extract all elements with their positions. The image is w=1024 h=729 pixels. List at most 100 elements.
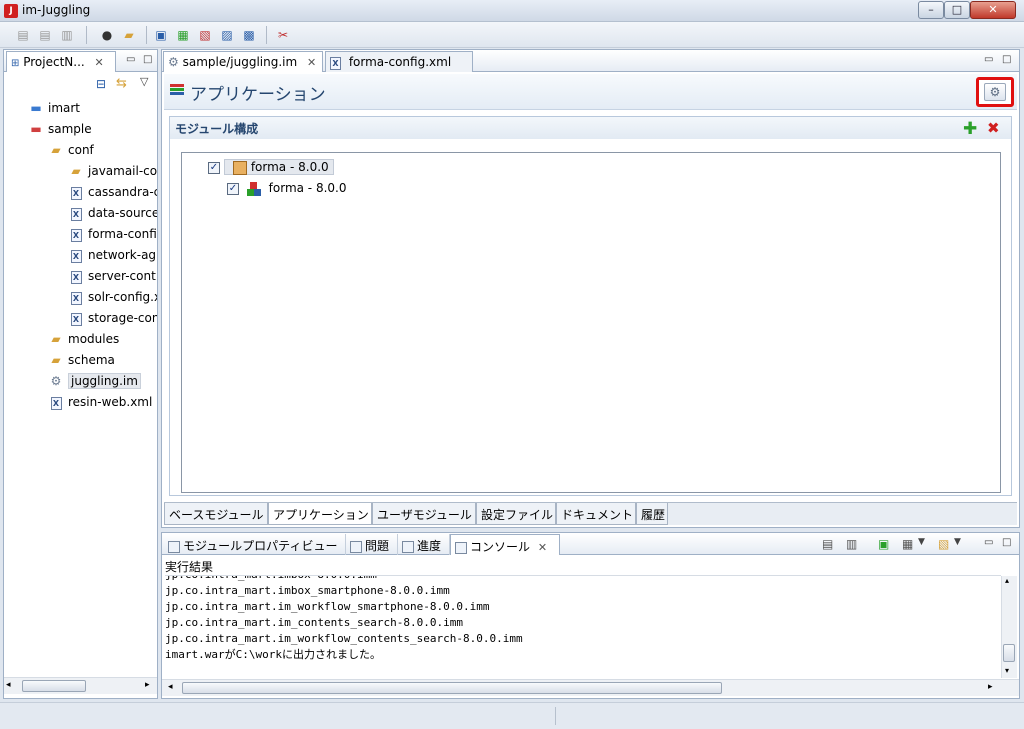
tab-console[interactable]: コンソール ✕ xyxy=(450,534,560,555)
module-checkbox[interactable]: ✓ xyxy=(208,161,220,174)
navigator-icon: ⊞ xyxy=(11,58,20,69)
tree-item[interactable]: ▰ modules xyxy=(4,329,157,350)
tree-item[interactable]: ▰ schema xyxy=(4,350,157,371)
close-icon[interactable]: ✕ xyxy=(538,541,547,554)
tree-item[interactable]: ⚙ juggling.im xyxy=(4,371,157,392)
module-blocks-icon xyxy=(246,181,261,196)
tree-item[interactable]: Xsolr-config.x xyxy=(4,287,157,308)
display-console-icon[interactable]: ▦ xyxy=(902,537,913,551)
collapse-all-icon[interactable]: ⊟ xyxy=(96,77,106,91)
close-icon[interactable]: ✕ xyxy=(95,56,104,69)
scroll-right-icon[interactable]: ▸ xyxy=(145,680,150,690)
tree-item[interactable]: Xdata-source xyxy=(4,203,157,224)
configure-button[interactable]: ⚙ xyxy=(976,77,1014,107)
add-module-button[interactable]: ✚ xyxy=(963,119,977,139)
tree-item-label: modules xyxy=(68,332,120,346)
module-icon[interactable]: ▧ xyxy=(196,26,214,44)
tab-config-files[interactable]: 設定ファイル xyxy=(476,503,556,525)
console-line: imart.warがC:\workに出力されました。 xyxy=(165,648,381,661)
scroll-lock-icon[interactable]: ▥ xyxy=(846,537,857,551)
tree-item-label: sample xyxy=(48,122,92,136)
tree-item[interactable]: ▰ javamail-co xyxy=(4,161,157,182)
tab-module-properties[interactable]: モジュールプロパティビュー xyxy=(164,534,346,555)
tree-item-label: juggling.im xyxy=(68,373,141,389)
module-label: forma - 8.0.0 xyxy=(250,160,329,174)
tree-item[interactable]: Xstorage-con xyxy=(4,308,157,329)
tree-item[interactable]: Xcassandra-c xyxy=(4,182,157,203)
horizontal-scrollbar[interactable]: ◂ ▸ xyxy=(162,679,1019,696)
link-editor-icon[interactable]: ⇆ xyxy=(116,76,127,91)
save-as-icon[interactable]: ▤ xyxy=(36,26,54,44)
tab-progress[interactable]: 進度 xyxy=(398,534,450,555)
monitor-icon[interactable]: ▣ xyxy=(152,26,170,44)
close-icon[interactable]: ✕ xyxy=(307,56,316,69)
clear-console-icon[interactable]: ▤ xyxy=(822,537,833,551)
tree-item[interactable]: Xforma-confi xyxy=(4,224,157,245)
tab-forma-config[interactable]: X forma-config.xml xyxy=(325,51,473,72)
tab-documents[interactable]: ドキュメント xyxy=(556,503,636,525)
save-icon[interactable]: ▤ xyxy=(14,26,32,44)
scroll-right-icon[interactable]: ▸ xyxy=(988,682,993,692)
deploy-icon[interactable]: ▦ xyxy=(174,26,192,44)
tree-item-label: solr-config.x xyxy=(88,290,157,304)
open-console-icon[interactable]: ▧ xyxy=(938,537,949,551)
tree-item[interactable]: Xserver-cont xyxy=(4,266,157,287)
scrollbar-thumb[interactable] xyxy=(1003,644,1015,662)
scroll-up-icon[interactable]: ▴ xyxy=(1005,576,1009,585)
gear-icon: ⚙ xyxy=(984,83,1006,101)
tab-juggling-im[interactable]: ⚙ sample/juggling.im ✕ xyxy=(163,51,323,72)
scroll-left-icon[interactable]: ◂ xyxy=(168,682,173,692)
vertical-scrollbar[interactable]: ▴ ▾ xyxy=(1001,576,1017,678)
open-folder-icon[interactable]: ▰ xyxy=(120,26,138,44)
toolbar-separator xyxy=(86,26,87,44)
minimize-view-icon[interactable]: ▭ xyxy=(126,54,135,65)
scrollbar-thumb[interactable] xyxy=(182,682,722,694)
console-panel: モジュールプロパティビュー 問題 進度 コンソール ✕ ▤ ▥ ▣ ▦ ▼ ▧ … xyxy=(161,532,1020,699)
console-output[interactable]: jp.co.intra_mart.imbox-8.0.0.immjp.co.in… xyxy=(165,575,1001,679)
module-tree-item[interactable]: ✓ forma - 8.0.0 xyxy=(227,179,346,197)
image-icon[interactable]: ▨ xyxy=(218,26,236,44)
chevron-down-icon[interactable]: ▼ xyxy=(918,537,925,547)
save-all-icon[interactable]: ▥ xyxy=(58,26,76,44)
tree-item[interactable]: Xresin-web.xml xyxy=(4,392,157,413)
tab-label: ProjectN... xyxy=(23,55,85,69)
horizontal-scrollbar[interactable]: ◂ ▸ xyxy=(4,677,157,694)
view-menu-icon[interactable]: ▽ xyxy=(140,75,148,88)
tab-user-module[interactable]: ユーザモジュール xyxy=(372,503,476,525)
tree-item[interactable]: Xnetwork-ag xyxy=(4,245,157,266)
tree-structure-icon[interactable]: ▩ xyxy=(240,26,258,44)
console-line: jp.co.intra_mart.im_contents_search-8.0.… xyxy=(165,616,464,629)
tree-item-label: storage-con xyxy=(88,311,157,325)
tree-item[interactable]: ▬ imart xyxy=(4,98,157,119)
scroll-down-icon[interactable]: ▾ xyxy=(1005,666,1009,675)
chevron-down-icon[interactable]: ▼ xyxy=(954,537,961,547)
maximize-button[interactable]: □ xyxy=(944,1,970,19)
minimize-button[interactable]: – xyxy=(918,1,944,19)
module-checkbox[interactable]: ✓ xyxy=(227,182,239,195)
scroll-left-icon[interactable]: ◂ xyxy=(6,680,11,690)
tab-label: sample/juggling.im xyxy=(182,55,298,69)
tab-history[interactable]: 履歴 xyxy=(636,503,668,525)
tab-base-module[interactable]: ベースモジュール xyxy=(164,503,268,525)
navigator-subtoolbar: ⊟ ⇆ ▽ xyxy=(4,72,157,98)
tab-application[interactable]: アプリケーション xyxy=(268,503,372,525)
tab-problems[interactable]: 問題 xyxy=(346,534,398,555)
helmet-icon[interactable]: ● xyxy=(98,26,116,44)
scrollbar-thumb[interactable] xyxy=(22,680,86,692)
tab-project-navigator[interactable]: ⊞ ProjectN... ✕ xyxy=(6,51,116,72)
tree-item[interactable]: ▬ sample xyxy=(4,119,157,140)
xml-file-icon: X xyxy=(68,308,84,329)
module-tree-item[interactable]: ✓ forma - 8.0.0 xyxy=(208,158,334,176)
tree-item[interactable]: ▰ conf xyxy=(4,140,157,161)
close-window-button[interactable]: ✕ xyxy=(970,1,1016,19)
maximize-view-icon[interactable]: □ xyxy=(143,54,152,65)
maximize-view-icon[interactable]: □ xyxy=(1002,54,1011,65)
minimize-view-icon[interactable]: ▭ xyxy=(984,54,993,65)
maximize-view-icon[interactable]: □ xyxy=(1002,537,1011,548)
remove-module-button[interactable]: ✖ xyxy=(987,119,1000,137)
tree-item-label: javamail-co xyxy=(88,164,157,178)
console-icon xyxy=(455,541,467,554)
tools-icon[interactable]: ✂ xyxy=(274,26,292,44)
pin-console-icon[interactable]: ▣ xyxy=(878,537,889,551)
minimize-view-icon[interactable]: ▭ xyxy=(984,537,993,548)
